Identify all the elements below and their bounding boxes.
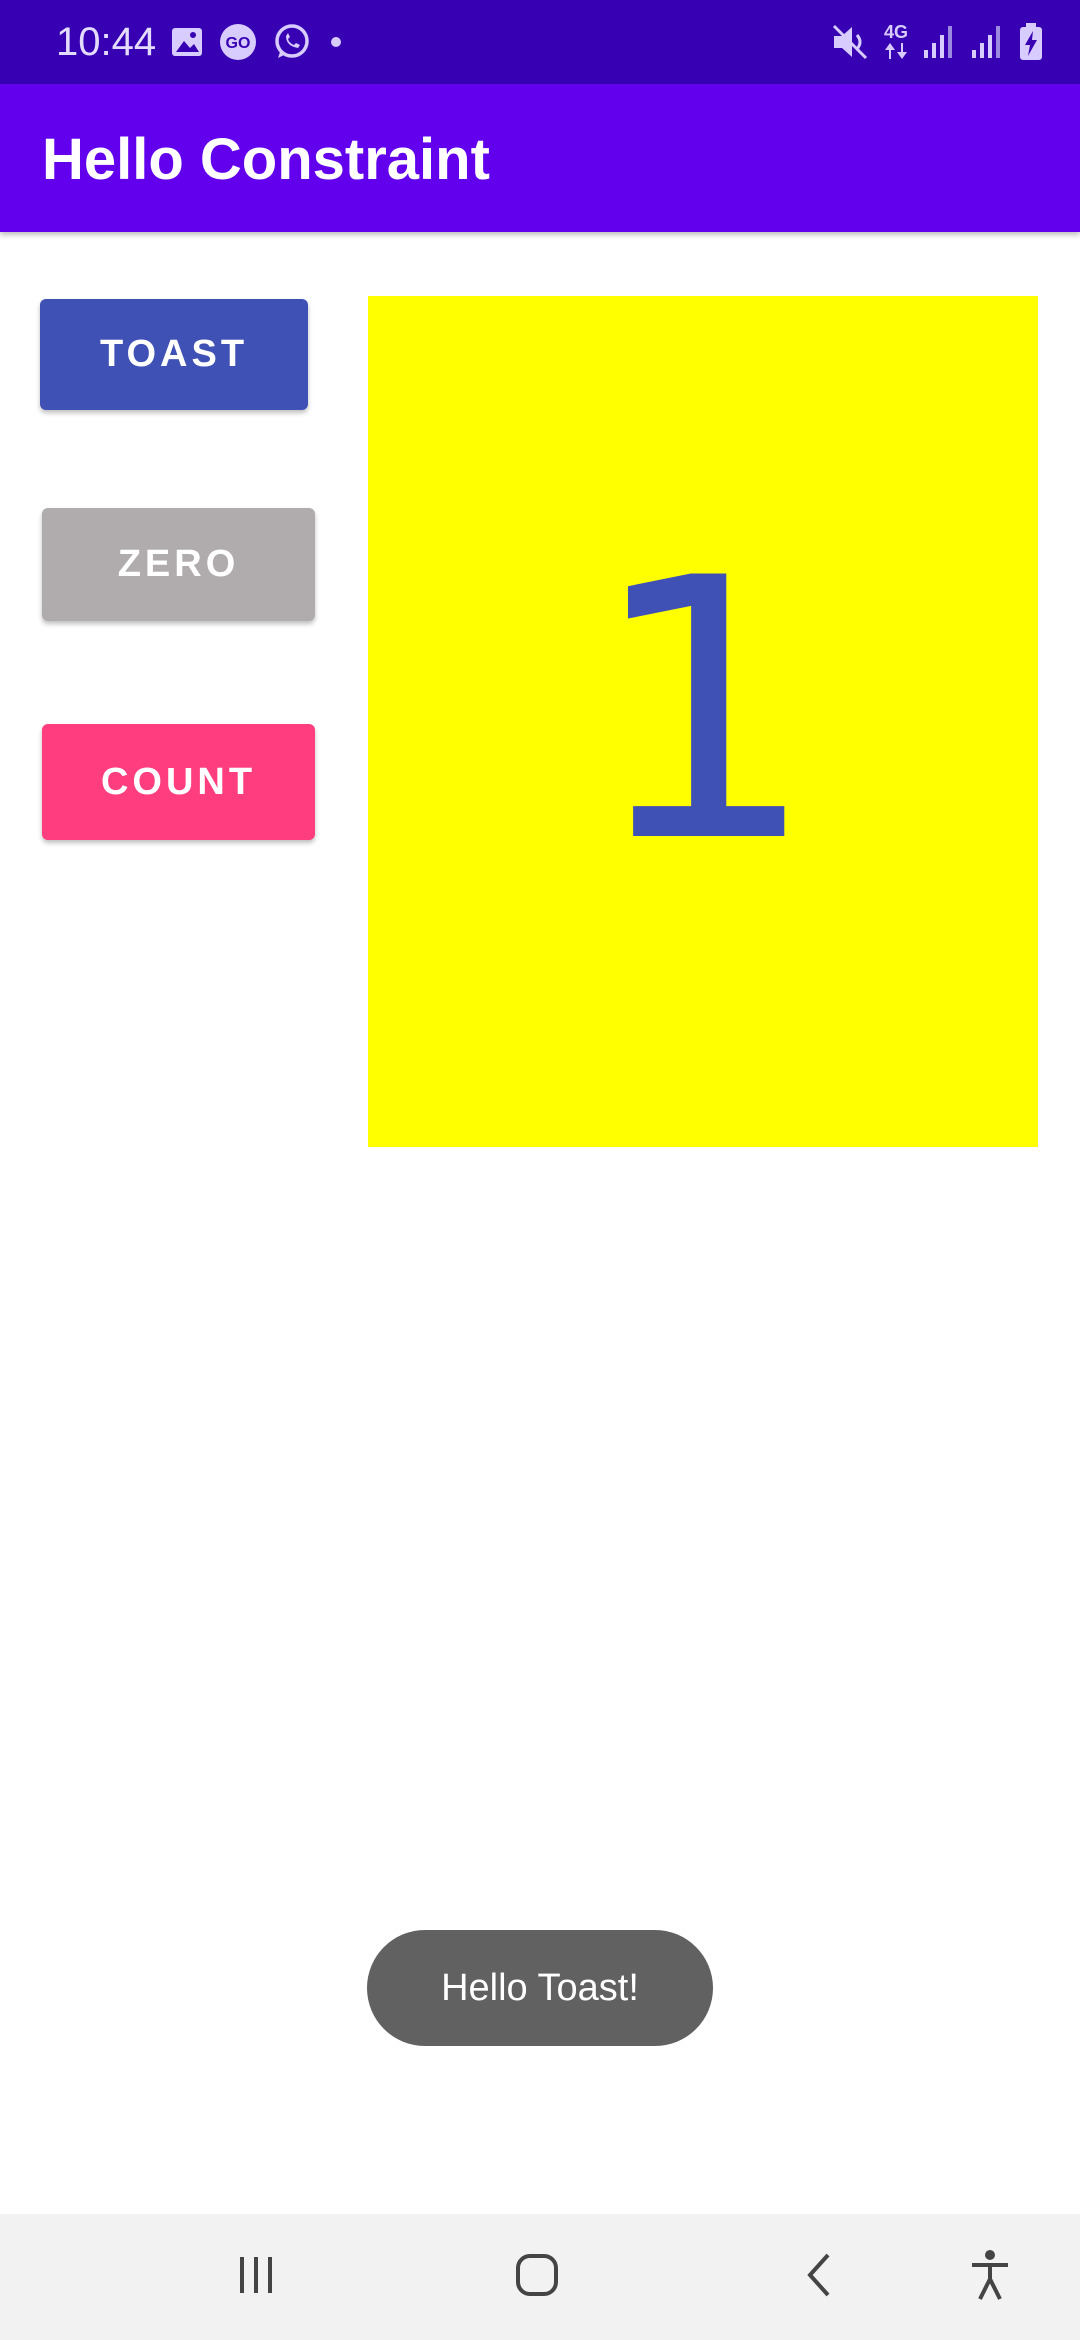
count-button[interactable]: COUNT bbox=[42, 724, 315, 840]
zero-button[interactable]: ZERO bbox=[42, 508, 315, 621]
image-icon bbox=[170, 25, 204, 59]
toast-message: Hello Toast! bbox=[367, 1930, 713, 2046]
svg-text:GO: GO bbox=[226, 35, 251, 52]
count-display: 1 bbox=[368, 296, 1038, 1147]
status-system-icons: 4G bbox=[830, 20, 1044, 64]
app-bar: Hello Constraint bbox=[0, 84, 1080, 232]
home-button[interactable] bbox=[467, 2214, 607, 2340]
accessibility-button[interactable] bbox=[920, 2214, 1060, 2340]
signal-icon bbox=[970, 24, 1004, 60]
app-screen: 10:44 GO 4G Hello Constraint TOAST ZERO … bbox=[0, 0, 1080, 2340]
back-icon bbox=[800, 2251, 840, 2304]
toast-button[interactable]: TOAST bbox=[40, 299, 308, 410]
signal-icon bbox=[922, 24, 956, 60]
notification-dot-icon bbox=[326, 22, 346, 62]
battery-charging-icon bbox=[1018, 22, 1044, 62]
data-arrows-icon: 4G bbox=[884, 23, 908, 61]
mute-icon bbox=[830, 22, 870, 62]
whatsapp-icon bbox=[272, 22, 312, 62]
toast-text: Hello Toast! bbox=[441, 1966, 639, 2009]
count-value: 1 bbox=[588, 501, 818, 921]
recent-apps-icon bbox=[234, 2253, 278, 2302]
home-icon bbox=[513, 2251, 561, 2304]
status-time: 10:44 bbox=[56, 20, 157, 64]
go-app-icon: GO bbox=[218, 22, 258, 62]
app-title: Hello Constraint bbox=[42, 127, 490, 192]
back-button[interactable] bbox=[750, 2214, 890, 2340]
accessibility-icon bbox=[968, 2249, 1012, 2306]
navigation-bar bbox=[0, 2214, 1080, 2340]
network-type-label: 4G bbox=[883, 22, 908, 42]
status-bar: 10:44 GO 4G bbox=[0, 0, 1080, 84]
status-notification-icons: GO bbox=[170, 20, 346, 64]
recent-apps-button[interactable] bbox=[186, 2214, 326, 2340]
